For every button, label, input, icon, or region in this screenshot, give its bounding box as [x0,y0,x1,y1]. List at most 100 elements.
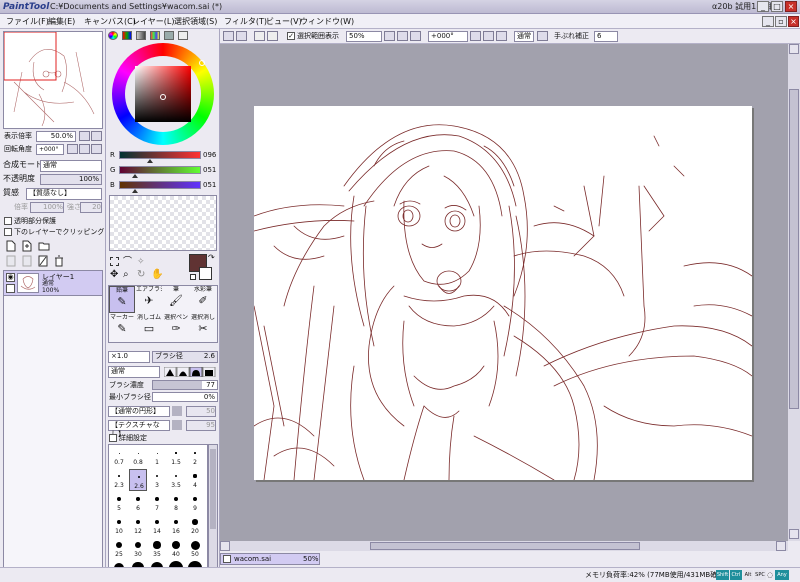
brush-size-cell[interactable]: 0.7 [110,446,128,468]
zoom-select[interactable]: 50% [346,31,382,42]
doc-restore-button[interactable]: ▫ [775,16,787,27]
green-slider[interactable] [119,166,201,174]
brush-size-cell[interactable]: 2 [186,446,204,468]
brush-size-cell[interactable]: 10 [110,515,128,537]
layer-row[interactable]: ◉ レイヤー1 通常 100% [4,271,102,296]
close-window-button[interactable]: × [785,1,797,12]
doc-minimize-button[interactable]: _ [762,16,774,27]
brush-size-multiplier[interactable]: ×1.0 [108,351,150,363]
size-palette-scrollbar[interactable] [208,444,218,582]
tool-select-eraser[interactable]: 選択消し ✂ [190,314,216,341]
preserve-opacity-checkbox[interactable] [4,217,12,225]
palette-mode-icon[interactable] [150,31,160,40]
tool-pencil[interactable]: 鉛筆 ✎ [109,286,135,313]
brush-texture-strength[interactable]: 95 [186,420,216,431]
menu-view[interactable]: ビュー(V) [266,15,302,28]
detail-settings-checkbox[interactable] [109,434,117,442]
texture-strength-field[interactable]: 20 [80,202,102,213]
zoom-tool-icon[interactable]: ⌕ [123,269,129,280]
brush-shape-strength[interactable]: 50 [186,406,216,417]
rotate-tool-icon[interactable]: ↻ [137,269,145,280]
transparent-color-icon[interactable] [190,274,196,280]
tool-brush[interactable]: 筆 🖌 [163,286,189,313]
rgb-slider-mode-icon[interactable] [122,31,132,40]
zoom-out-button[interactable] [79,131,90,141]
magic-wand-icon[interactable]: ✧ [137,257,145,267]
swatch-mode-icon[interactable] [164,31,174,40]
invert-selection-button[interactable] [267,31,278,41]
clear-layer-icon[interactable] [38,255,48,267]
brush-size-cell[interactable]: 1 [148,446,166,468]
marquee-tool-icon[interactable] [110,257,119,266]
green-slider-marker[interactable] [132,174,139,178]
brush-size-cell[interactable]: 12 [129,515,147,537]
navigator-preview[interactable] [3,31,103,129]
blue-slider[interactable] [119,181,201,189]
menu-filter[interactable]: フィルタ(T) [224,15,267,28]
brush-size-cell[interactable]: 6 [129,492,147,514]
rotate-right-button[interactable] [91,144,102,154]
red-slider[interactable] [119,151,201,159]
scroll-down-button[interactable] [789,529,799,539]
redo-button[interactable] [236,31,247,41]
brush-size-cell[interactable]: 2.6 [129,469,147,491]
brush-size-cell[interactable]: 40 [167,538,185,560]
undo-button[interactable] [223,31,234,41]
menu-file[interactable]: ファイル(F) [6,15,49,28]
new-layer-set-icon[interactable] [22,240,32,252]
maximize-button[interactable]: □ [771,1,783,12]
document-tab[interactable]: wacom.sai 50% [220,553,320,565]
scroll-right-button[interactable] [776,541,786,551]
canvas-paper[interactable] [253,106,753,481]
horizontal-scroll-thumb[interactable] [370,542,640,550]
vertical-scroll-thumb[interactable] [789,89,799,409]
new-folder-icon[interactable] [38,240,50,252]
brush-size-cell[interactable]: 8 [167,492,185,514]
texture-select[interactable]: 【質感なし】 [26,188,102,200]
red-slider-marker[interactable] [146,159,153,163]
move-tool-icon[interactable]: ✥ [110,270,118,280]
visibility-eye-icon[interactable]: ◉ [6,273,15,282]
menu-layer[interactable]: レイヤー(L) [132,15,174,28]
min-size-field[interactable]: 0% [152,392,218,402]
minimize-button[interactable]: _ [757,1,769,12]
swap-color-icon[interactable]: ↷ [208,254,215,262]
show-selection-checkbox[interactable]: ✓ [287,32,295,40]
tool-watercolor[interactable]: 水彩筆 ✐ [190,286,216,313]
deselect-button[interactable] [254,31,265,41]
view-blend-select[interactable]: 通常 [514,31,534,42]
toolbar-zoom-in-button[interactable] [397,31,408,41]
new-layer-icon[interactable] [6,240,16,252]
brush-size-cell[interactable]: 16 [167,515,185,537]
brush-size-cell[interactable]: 30 [129,538,147,560]
brush-texture-select[interactable]: 【テクスチャなし】 [108,420,170,438]
scroll-left-button[interactable] [220,541,230,551]
rotation-select[interactable]: +000° [428,31,468,42]
secondary-color-swatch[interactable] [199,267,212,280]
blue-slider-marker[interactable] [132,189,139,193]
brush-size-cell[interactable]: 4 [186,469,204,491]
tool-marker[interactable]: マーカー ✎ [109,314,135,341]
toolbar-rotate-reset-button[interactable] [483,31,494,41]
scratchpad[interactable] [109,195,217,251]
rotate-left-button[interactable] [67,144,78,154]
toolbar-rotate-left-button[interactable] [470,31,481,41]
lasso-tool-icon[interactable]: ⌒ [123,257,132,267]
menu-selection[interactable]: 選択領域(S) [174,15,217,28]
hue-cursor[interactable] [199,60,205,66]
blend-mode-select[interactable]: 通常 [40,160,102,172]
brush-size-cell[interactable]: 3.5 [167,469,185,491]
brush-size-slider[interactable]: ブラシ径 2.6 [152,351,218,363]
brush-mode-select[interactable]: 通常 [108,366,160,378]
brush-lock-icon[interactable] [6,284,15,293]
toolbar-zoom-reset-button[interactable] [410,31,421,41]
hsv-slider-mode-icon[interactable] [136,31,146,40]
hand-tool-icon[interactable]: ✋ [151,269,163,280]
delete-layer-icon[interactable] [54,255,64,267]
brush-size-cell[interactable]: 5 [110,492,128,514]
toolbar-zoom-out-button[interactable] [384,31,395,41]
flip-view-button[interactable] [537,31,548,41]
tool-select-pen[interactable]: 選択ペン ✑ [163,314,189,341]
merge-down-icon[interactable] [22,255,32,267]
brush-size-cell[interactable]: 35 [148,538,166,560]
